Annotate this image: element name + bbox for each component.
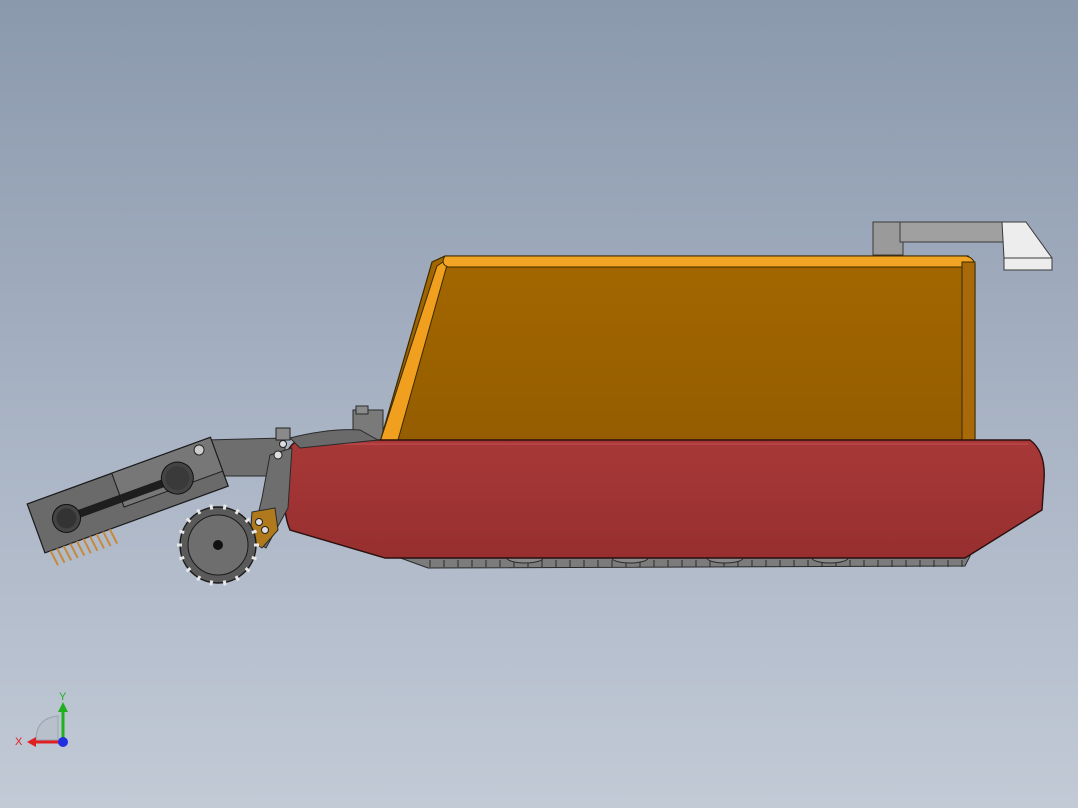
wheel-tooth [251,555,258,561]
brush-bristle [56,547,66,564]
wheel-tooth [209,504,214,510]
wheel-tooth [178,555,185,561]
body-rear-edge [961,261,976,441]
track-side-panel [282,439,1045,559]
sensor-head [1001,221,1053,271]
wheel-tooth [251,529,258,535]
cad-3d-viewport[interactable]: Y X [0,0,1078,808]
body-shell [379,255,976,443]
brush-bristle [89,535,99,552]
z-axis-dot [58,737,68,747]
coordinate-triad: Y X [15,691,68,748]
bolt-icon [261,526,269,534]
brush-bristle [82,538,92,554]
bolt-icon [279,440,287,448]
triad-plane [35,715,59,741]
brush-bristle [108,528,119,545]
track-assembly[interactable] [282,439,1045,569]
brush-bristle [62,545,72,561]
bolt-icon [255,518,263,526]
brush-bristle [102,531,112,547]
x-axis-label: X [15,736,23,748]
robot-body[interactable] [379,255,976,443]
brush-bristle [95,533,105,549]
brush-bristle [69,543,79,559]
sensor-arm-post [872,221,904,256]
arm-bolt-head [275,427,291,441]
wheel-tooth [209,580,214,586]
y-axis-label: Y [59,691,67,703]
sensor-arm-beam [899,221,1005,243]
wheel-tooth [222,504,227,510]
brush-bristle [76,540,86,557]
wheel-tooth [222,580,227,586]
brush-bristle [49,550,59,566]
front-wheel-hub [213,540,223,550]
wheel-tooth [178,529,185,535]
bolt-icon [273,450,283,460]
body-top-edge [442,255,976,268]
front-wheel[interactable] [177,504,259,586]
